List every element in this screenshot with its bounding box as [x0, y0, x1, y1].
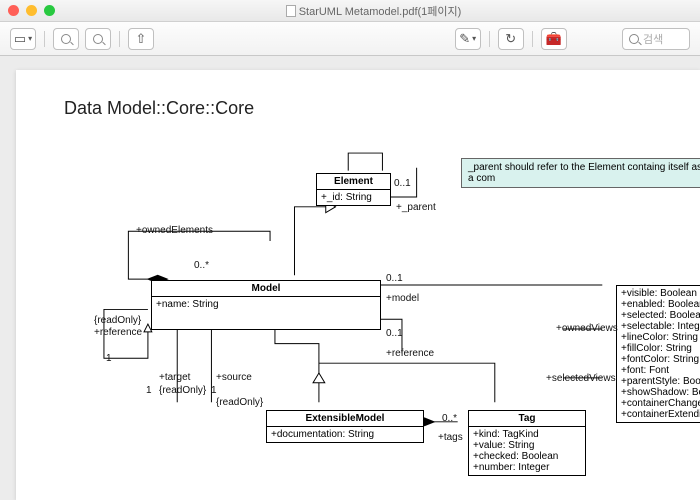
class-attrs: +visible: Boolean +enabled: Boolean +sel…	[617, 286, 700, 422]
assoc-owned-elements: +ownedElements	[136, 225, 213, 236]
assoc-source: +source	[216, 372, 252, 383]
constraint: {readOnly}	[94, 315, 141, 326]
zoom-out-icon	[93, 34, 103, 44]
class-element: Element +_id: String	[316, 173, 391, 206]
rotate-icon: ↻	[505, 31, 516, 47]
zoom-in-button[interactable]	[53, 28, 79, 50]
assoc-reference: +reference	[386, 348, 434, 359]
zoom-icon[interactable]	[44, 5, 55, 16]
class-attrs: +kind: TagKind +value: String +checked: …	[469, 427, 585, 475]
class-extensible-model: ExtensibleModel +documentation: String	[266, 410, 424, 443]
search-icon	[629, 34, 639, 44]
close-icon[interactable]	[8, 5, 19, 16]
annotate-button[interactable]: ✎▾	[455, 28, 481, 50]
assoc-model: +model	[386, 293, 419, 304]
pencil-icon: ✎	[459, 31, 470, 47]
mult: 0..1	[394, 178, 411, 189]
assoc-owned-views: +ownedViews	[556, 323, 618, 334]
minimize-icon[interactable]	[26, 5, 37, 16]
search-input[interactable]: 검색	[622, 28, 690, 50]
class-attr: +documentation: String	[267, 427, 423, 442]
share-button[interactable]: ⇧	[128, 28, 154, 50]
document-icon	[286, 5, 296, 17]
class-name: Model	[152, 281, 380, 297]
mult: 0..1	[386, 328, 403, 339]
class-name: ExtensibleModel	[267, 411, 423, 427]
class-attr: +_id: String	[317, 190, 390, 205]
zoom-in-icon	[61, 34, 71, 44]
class-name: Element	[317, 174, 390, 190]
markup-button[interactable]: 🧰	[541, 28, 567, 50]
constraint: {readOnly}	[159, 385, 206, 396]
uml-diagram: Element +_id: String Model +name: String…	[16, 70, 700, 500]
toolbar: ▭ ▾ ⇧ ✎▾ ↻ 🧰 검색	[0, 22, 700, 56]
mult: 1	[211, 385, 217, 396]
zoom-out-button[interactable]	[85, 28, 111, 50]
mult: 0..*	[194, 260, 209, 271]
assoc-selected-views: +selectedViews	[546, 373, 616, 384]
assoc-reference: +reference	[94, 327, 142, 338]
class-name: Tag	[469, 411, 585, 427]
mult: 1	[146, 385, 152, 396]
mult: 0..*	[442, 413, 457, 424]
constraint: {readOnly}	[216, 397, 263, 408]
window-title: StarUML Metamodel.pdf(1페이지)	[55, 3, 692, 19]
page-canvas: Data Model::Core::Core	[16, 70, 700, 500]
mult: 1	[106, 353, 112, 364]
assoc-parent: +_parent	[396, 202, 436, 213]
rotate-button[interactable]: ↻	[498, 28, 524, 50]
class-tag: Tag +kind: TagKind +value: String +check…	[468, 410, 586, 476]
class-model: Model +name: String	[151, 280, 381, 330]
share-icon: ⇧	[136, 31, 147, 47]
view-mode-button[interactable]: ▭ ▾	[10, 28, 36, 50]
assoc-target: +target	[159, 372, 190, 383]
toolbox-icon: 🧰	[546, 31, 562, 47]
class-view: +visible: Boolean +enabled: Boolean +sel…	[616, 285, 700, 423]
class-attr: +name: String	[152, 297, 380, 312]
titlebar: StarUML Metamodel.pdf(1페이지)	[0, 0, 700, 22]
window-controls	[8, 5, 55, 16]
note: _parent should refer to the Element cont…	[461, 158, 700, 188]
mult: 0..1	[386, 273, 403, 284]
assoc-tags: +tags	[438, 432, 463, 443]
